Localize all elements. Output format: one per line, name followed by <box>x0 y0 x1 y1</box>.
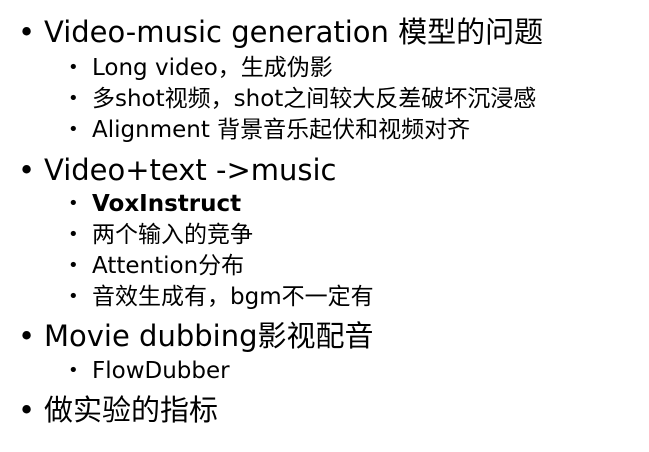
bullet-text: FlowDubber <box>92 358 230 384</box>
bullet-text: 两个输入的竞争 <box>92 222 253 248</box>
bullet-text: Video-music generation 模型的问题 <box>44 15 544 49</box>
bullet-text: Attention分布 <box>92 253 245 279</box>
bullet-item-experiment-metrics: • 做实验的指标 <box>18 392 218 428</box>
bullet-marker: • <box>68 57 79 78</box>
sub-bullet-voxinstruct: • VoxInstruct <box>68 190 241 218</box>
bullet-marker: • <box>68 255 79 276</box>
bullet-text: 多shot视频，shot之间较大反差破坏沉浸感 <box>92 86 537 112</box>
sub-bullet-multi-shot: • 多shot视频，shot之间较大反差破坏沉浸感 <box>68 85 536 113</box>
bullet-text: 做实验的指标 <box>44 393 219 427</box>
bullet-text: 音效生成有，bgm不一定有 <box>92 284 374 310</box>
sub-bullet-sound-effects-bgm: • 音效生成有，bgm不一定有 <box>68 283 374 311</box>
bullet-item-video-music-generation: • Video-music generation 模型的问题 <box>18 14 543 50</box>
bullet-marker: • <box>68 119 79 140</box>
sub-bullet-alignment: • Alignment 背景音乐起伏和视频对齐 <box>68 116 470 144</box>
bullet-marker: • <box>18 393 36 427</box>
bullet-marker: • <box>18 319 36 353</box>
bullet-text: Video+text ->music <box>44 153 337 187</box>
bullet-text: VoxInstruct <box>92 191 242 217</box>
bullet-marker: • <box>68 88 79 109</box>
sub-bullet-input-competition: • 两个输入的竞争 <box>68 221 253 249</box>
bullet-item-video-text-music: • Video+text ->music <box>18 152 337 188</box>
bullet-marker: • <box>68 360 79 381</box>
slide-content: • Video-music generation 模型的问题 • Long vide… <box>0 0 649 452</box>
bullet-text: Movie dubbing影视配音 <box>44 319 374 353</box>
bullet-item-movie-dubbing: • Movie dubbing影视配音 <box>18 318 374 354</box>
bullet-text: Long video，生成伪影 <box>92 55 333 81</box>
bullet-marker: • <box>18 153 36 187</box>
bullet-text: Alignment 背景音乐起伏和视频对齐 <box>92 117 471 143</box>
bullet-marker: • <box>68 286 79 307</box>
sub-bullet-attention-distribution: • Attention分布 <box>68 252 244 280</box>
sub-bullet-flowdubber: • FlowDubber <box>68 357 230 385</box>
bullet-marker: • <box>68 224 79 245</box>
sub-bullet-long-video: • Long video，生成伪影 <box>68 54 333 82</box>
bullet-marker: • <box>68 193 79 214</box>
bullet-marker: • <box>18 15 36 49</box>
